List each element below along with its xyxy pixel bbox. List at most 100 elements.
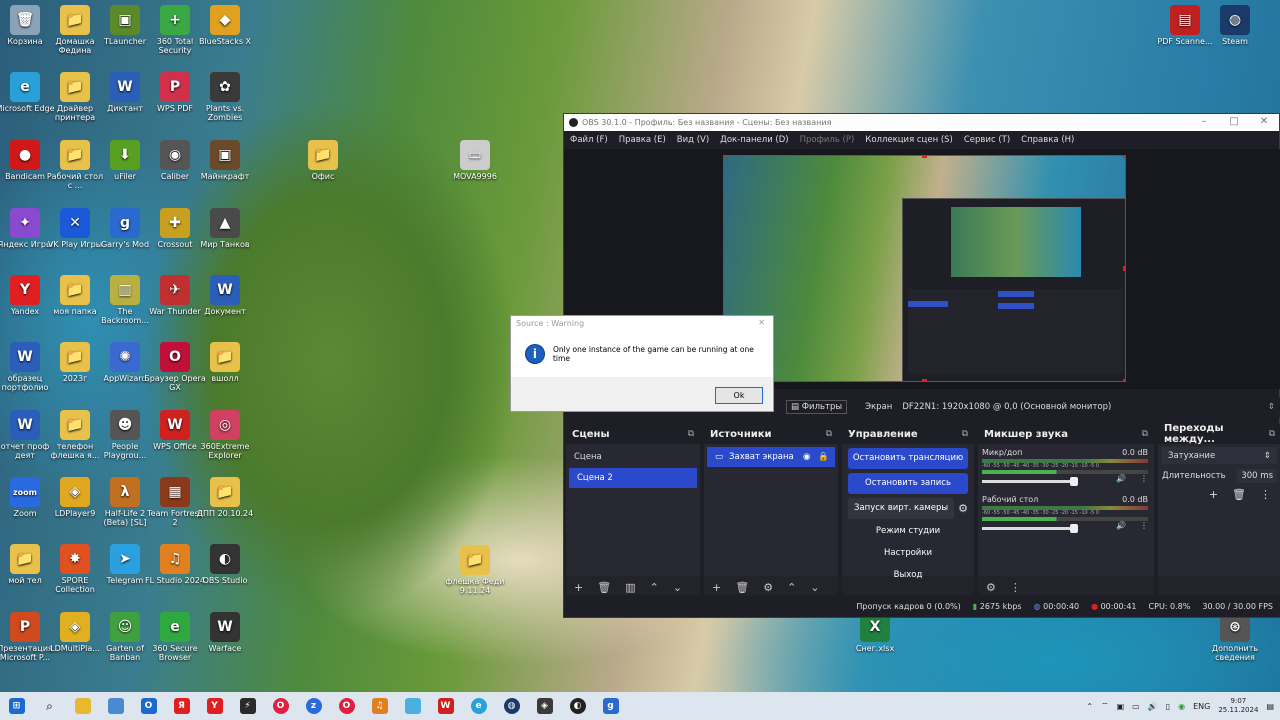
close-icon[interactable]: ✕ bbox=[1249, 114, 1279, 131]
resize-handle[interactable] bbox=[1123, 379, 1125, 381]
popout-icon[interactable]: ⧉ bbox=[826, 429, 832, 439]
eye-icon[interactable]: ◉ bbox=[803, 452, 810, 462]
add-icon[interactable]: + bbox=[712, 581, 721, 594]
speaker-icon[interactable]: 🔊 bbox=[1116, 474, 1126, 483]
start-button[interactable]: ⊞ bbox=[0, 692, 33, 720]
source-item[interactable]: ▭ Захват экрана ◉ 🔒 bbox=[707, 447, 835, 467]
popout-icon[interactable]: ⧉ bbox=[688, 429, 694, 439]
taskbar-obs[interactable]: ◐ bbox=[561, 692, 594, 720]
popout-icon[interactable]: ⧉ bbox=[1269, 429, 1275, 439]
move-up-icon[interactable]: ⌃ bbox=[650, 581, 659, 594]
menu-docks[interactable]: Док-панели (D) bbox=[720, 135, 788, 145]
menu-tools[interactable]: Сервис (T) bbox=[964, 135, 1010, 145]
lock-icon[interactable]: 🔒 bbox=[818, 452, 829, 462]
desktop-icon[interactable]: 📁 флешка Феди 9.11.24 bbox=[444, 545, 506, 595]
network-icon[interactable]: ▭ bbox=[1132, 702, 1140, 711]
taskbar-fl[interactable]: ♫ bbox=[363, 692, 396, 720]
kebab-icon[interactable]: ⋮ bbox=[1010, 581, 1021, 594]
resize-handle[interactable] bbox=[1123, 266, 1125, 271]
desktop-icon[interactable]: W Документ bbox=[194, 275, 256, 316]
gear-icon[interactable]: ⚙ bbox=[763, 581, 773, 594]
menu-file[interactable]: Файл (F) bbox=[570, 135, 608, 145]
menu-help[interactable]: Справка (H) bbox=[1021, 135, 1074, 145]
add-icon[interactable]: + bbox=[1209, 488, 1218, 501]
desktop-icon[interactable]: 📁 ДПП 20.10.24 bbox=[194, 477, 256, 518]
ok-button[interactable]: Ok bbox=[715, 387, 763, 404]
menu-view[interactable]: Вид (V) bbox=[677, 135, 709, 145]
maximize-icon[interactable]: □ bbox=[1219, 114, 1249, 131]
kebab-icon[interactable]: ⋮ bbox=[1140, 521, 1148, 530]
resize-handle[interactable] bbox=[922, 156, 927, 158]
desktop-icon[interactable]: 📁 вшолл bbox=[194, 342, 256, 383]
move-down-icon[interactable]: ⌄ bbox=[673, 581, 682, 594]
obs-titlebar[interactable]: OBS 30.1.0 - Профиль: Без названия - Сце… bbox=[564, 114, 1279, 131]
add-icon[interactable]: + bbox=[574, 581, 583, 594]
desktop-icon[interactable]: ◐ OBS Studio bbox=[194, 544, 256, 585]
taskbar-app[interactable]: ◈ bbox=[528, 692, 561, 720]
slider-knob[interactable] bbox=[1070, 523, 1079, 533]
slider-knob[interactable] bbox=[1070, 476, 1079, 486]
desktop-icon[interactable]: ✿ Plants vs. Zombies bbox=[194, 72, 256, 122]
desktop-icon[interactable]: ▲ Мир Танков bbox=[194, 208, 256, 249]
screen-select[interactable]: DF22N1: 1920x1080 @ 0,0 (Основной монито… bbox=[902, 402, 1268, 412]
settings-button[interactable]: Настройки bbox=[848, 543, 968, 564]
taskbar-app[interactable]: ⚡ bbox=[231, 692, 264, 720]
desktop-icon[interactable]: ▣ Майнкрафт bbox=[194, 140, 256, 181]
desktop-icon[interactable]: W Warface bbox=[194, 612, 256, 653]
wifi-icon[interactable]: ⌔ bbox=[1101, 701, 1109, 711]
resize-handle[interactable] bbox=[922, 379, 927, 381]
transition-select[interactable]: Затухание ⇕ bbox=[1162, 447, 1277, 464]
desktop-icon[interactable]: ⊛ Дополнить сведения bbox=[1204, 612, 1266, 662]
desktop-icon[interactable]: ◆ BlueStacks X bbox=[194, 5, 256, 46]
desktop-icon[interactable]: X Снег.xlsx bbox=[844, 612, 906, 653]
close-icon[interactable]: ✕ bbox=[758, 318, 765, 327]
search-icon[interactable]: ⌕ bbox=[33, 692, 66, 720]
taskbar-yandex[interactable]: Я bbox=[165, 692, 198, 720]
dialog-titlebar[interactable]: Source : Warning ✕ bbox=[511, 316, 773, 331]
volume-slider[interactable] bbox=[982, 476, 1079, 486]
taskbar-outlook[interactable]: O bbox=[132, 692, 165, 720]
stop-record-button[interactable]: Остановить запись bbox=[848, 473, 968, 494]
menu-edit[interactable]: Правка (E) bbox=[619, 135, 666, 145]
taskbar-app[interactable] bbox=[396, 692, 429, 720]
taskbar-edge[interactable]: e bbox=[462, 692, 495, 720]
preview-canvas[interactable] bbox=[723, 155, 1126, 382]
desktop-icon[interactable]: ◎ 360Extreme Explorer bbox=[194, 410, 256, 460]
stop-stream-button[interactable]: Остановить трансляцию bbox=[848, 448, 968, 469]
popout-icon[interactable]: ⧉ bbox=[962, 429, 968, 439]
desktop-icon[interactable]: ◍ Steam bbox=[1204, 5, 1266, 46]
menu-scene-collection[interactable]: Коллекция сцен (S) bbox=[865, 135, 953, 145]
speaker-icon[interactable]: 🔊 bbox=[1148, 702, 1158, 711]
minimize-icon[interactable]: – bbox=[1189, 114, 1219, 131]
taskbar-garrys[interactable]: g bbox=[594, 692, 627, 720]
taskbar-yandex-browser[interactable]: Y bbox=[198, 692, 231, 720]
exit-button[interactable]: Выход bbox=[848, 565, 968, 586]
duration-input[interactable]: 300 ms bbox=[1237, 469, 1277, 483]
desktop-icon[interactable]: 📁 Офис bbox=[292, 140, 354, 181]
chevron-up-icon[interactable]: ⌃ bbox=[1086, 702, 1093, 711]
filters-button[interactable]: ▤ Фильтры bbox=[786, 400, 848, 414]
trash-icon[interactable]: 🗑 bbox=[1232, 488, 1246, 501]
trash-icon[interactable]: 🗑 bbox=[597, 581, 611, 594]
taskbar-steam[interactable]: ◍ bbox=[495, 692, 528, 720]
popout-icon[interactable]: ⧉ bbox=[1142, 429, 1148, 439]
gear-icon[interactable]: ⚙ bbox=[986, 581, 996, 594]
lock-icon[interactable]: ▣ bbox=[1117, 702, 1125, 711]
resize-handle[interactable] bbox=[724, 156, 726, 158]
trash-icon[interactable]: 🗑 bbox=[735, 581, 749, 594]
scene-item-selected[interactable]: Сцена 2 bbox=[569, 468, 697, 488]
desktop-icon[interactable]: ▭ MOVA9996 bbox=[444, 140, 506, 181]
battery-icon[interactable]: ▯ bbox=[1166, 702, 1170, 711]
clock[interactable]: 9:07 25.11.2024 bbox=[1218, 697, 1258, 715]
resize-handle[interactable] bbox=[1123, 156, 1125, 158]
virtual-camera-button[interactable]: Запуск вирт. камеры bbox=[848, 498, 955, 519]
scene-item[interactable]: Сцена bbox=[566, 447, 700, 467]
taskbar-opera-gx[interactable]: O bbox=[330, 692, 363, 720]
language-indicator[interactable]: ENG bbox=[1193, 702, 1210, 711]
taskbar-wps[interactable]: W bbox=[429, 692, 462, 720]
volume-slider[interactable] bbox=[982, 523, 1079, 533]
notification-icon[interactable]: ▤ bbox=[1266, 702, 1274, 711]
gear-icon[interactable]: ⚙ bbox=[958, 502, 968, 515]
studio-mode-button[interactable]: Режим студии bbox=[848, 521, 968, 542]
taskbar-explorer[interactable] bbox=[66, 692, 99, 720]
